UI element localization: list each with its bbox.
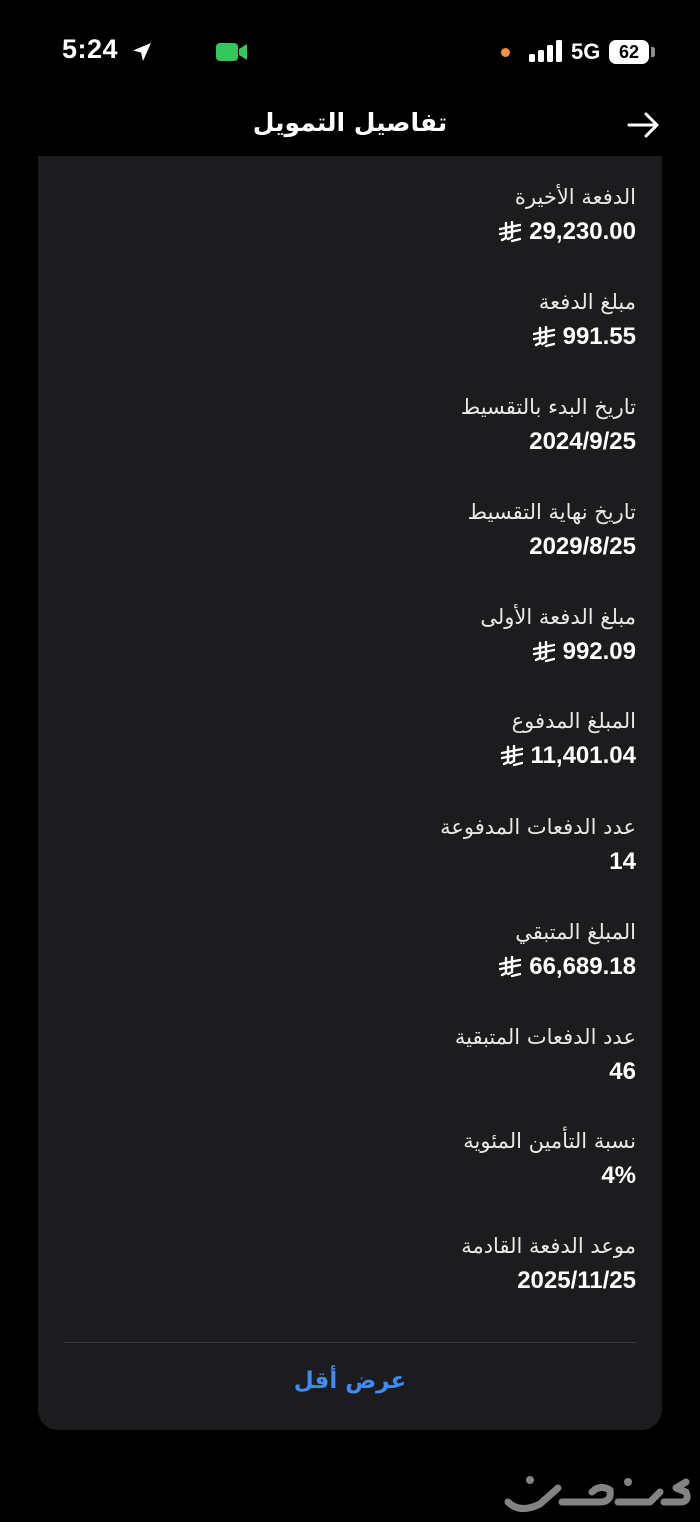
location-arrow-icon xyxy=(133,43,151,61)
detail-value: 992.09 xyxy=(76,635,636,673)
detail-value: 991.55 xyxy=(76,320,636,358)
detail-label: مبلغ الدفعة الأولى xyxy=(480,605,636,629)
detail-last-payment: الدفعة الأخيرة 29,230.00 xyxy=(76,182,636,253)
recording-dot xyxy=(501,48,510,57)
detail-label: عدد الدفعات المدفوعة xyxy=(440,815,636,839)
detail-paid-count: عدد الدفعات المدفوعة 14 xyxy=(76,812,636,879)
detail-label: مبلغ الدفعة xyxy=(538,290,636,314)
riyal-currency-icon xyxy=(499,956,522,978)
detail-next-payment-date: موعد الدفعة القادمة 2025/11/25 xyxy=(76,1231,636,1298)
detail-label: تاريخ البدء بالتقسيط xyxy=(460,395,636,419)
detail-value: 2025/11/25 xyxy=(517,1267,636,1294)
battery-icon: 62 xyxy=(609,40,649,64)
detail-remaining-count: عدد الدفعات المتبقية 46 xyxy=(76,1022,636,1089)
detail-label: الدفعة الأخيرة xyxy=(514,185,636,209)
show-less-button[interactable]: عرض أقل xyxy=(38,1368,662,1394)
detail-label: المبلغ المتبقي xyxy=(515,920,636,944)
detail-value: 46 xyxy=(609,1058,636,1085)
battery-level: 62 xyxy=(618,41,640,62)
detail-label: تاريخ نهاية التقسيط xyxy=(467,500,636,524)
detail-payment-amount: مبلغ الدفعة 991.55 xyxy=(76,287,636,358)
detail-insurance-rate: نسبة التأمين المئوية 4% xyxy=(76,1126,636,1193)
riyal-currency-icon xyxy=(499,221,522,243)
detail-value: 14 xyxy=(609,848,636,875)
cellular-signal-icon xyxy=(529,40,562,62)
nav-header: تفاصيل التمويل xyxy=(0,100,700,156)
detail-value: 2024/9/25 xyxy=(529,428,636,455)
detail-label: المبلغ المدفوع xyxy=(511,709,636,733)
riyal-currency-icon xyxy=(500,745,523,767)
detail-end-date: تاريخ نهاية التقسيط 2029/8/25 xyxy=(76,497,636,564)
detail-label: نسبة التأمين المئوية xyxy=(463,1129,636,1153)
facetime-camera-icon[interactable] xyxy=(212,38,252,66)
detail-label: موعد الدفعة القادمة xyxy=(461,1234,636,1258)
detail-value: 11,401.04 xyxy=(76,739,636,777)
detail-first-payment: مبلغ الدفعة الأولى 992.09 xyxy=(76,602,636,673)
detail-value: 66,689.18 xyxy=(76,950,636,988)
riyal-currency-icon xyxy=(532,326,555,348)
detail-remaining-amount: المبلغ المتبقي 66,689.18 xyxy=(76,917,636,988)
detail-value: 2029/8/25 xyxy=(529,533,636,560)
riyal-currency-icon xyxy=(532,641,555,663)
financing-details-card: الدفعة الأخيرة 29,230.00 مبلغ الدفعة 991… xyxy=(38,156,662,1430)
network-label: 5G xyxy=(571,39,601,64)
page-title: تفاصيل التمويل xyxy=(252,108,448,137)
divider xyxy=(64,1342,636,1343)
back-button[interactable] xyxy=(624,108,664,142)
detail-start-date: تاريخ البدء بالتقسيط 2024/9/25 xyxy=(76,392,636,459)
battery-tip xyxy=(651,47,655,57)
arrow-right-icon xyxy=(627,112,659,138)
status-time: 5:24 xyxy=(62,34,119,64)
detail-paid-amount: المبلغ المدفوع 11,401.04 xyxy=(76,706,636,777)
detail-value: 4% xyxy=(601,1162,636,1189)
screen: 5:24 5G 62 تفاصيل التمويل الدفعة الأخيرة… xyxy=(0,0,700,1522)
detail-value: 29,230.00 xyxy=(76,215,636,253)
haraj-watermark-logo xyxy=(504,1476,691,1512)
detail-label: عدد الدفعات المتبقية xyxy=(454,1025,636,1049)
status-bar: 5:24 5G 62 xyxy=(0,0,700,100)
